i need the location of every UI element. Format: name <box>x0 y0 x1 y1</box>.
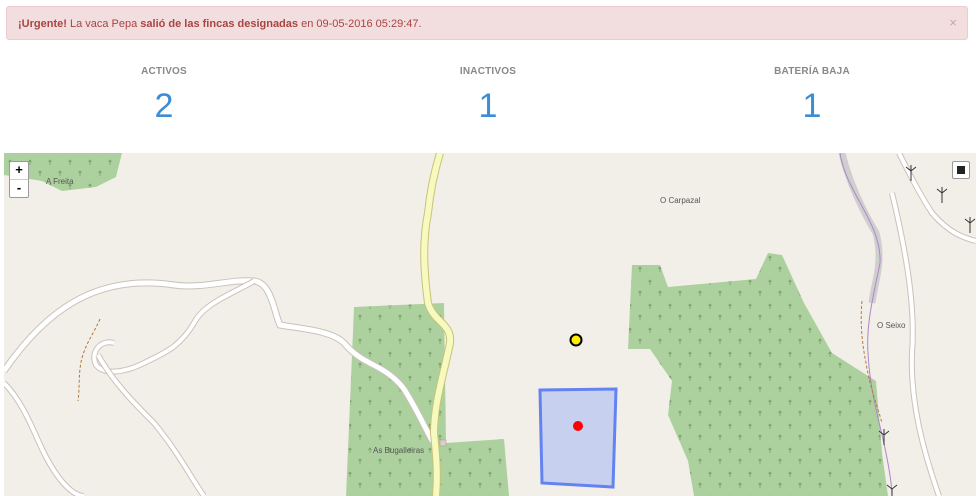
fullscreen-button[interactable] <box>952 161 970 179</box>
building <box>439 439 447 447</box>
animal-marker-inside[interactable] <box>573 421 583 431</box>
stat-label: BATERÍA BAJA <box>774 66 850 77</box>
alert-banner: ¡Urgente! La vaca Pepa salió de las finc… <box>6 6 968 40</box>
stat-activos: ACTIVOS 2 <box>64 66 264 123</box>
place-label: O Carpazal <box>660 196 701 205</box>
map-canvas[interactable] <box>4 153 976 496</box>
zoom-out-button[interactable]: - <box>10 179 28 197</box>
stat-label: ACTIVOS <box>141 66 187 77</box>
map[interactable]: A Freita O Carpazal O Seixo As Bugalleir… <box>4 153 976 496</box>
alert-text: La vaca Pepa <box>66 18 141 30</box>
alert-prefix: ¡Urgente! <box>18 18 67 30</box>
stat-bateria-baja: BATERÍA BAJA 1 <box>712 66 912 123</box>
alert-message: ¡Urgente! La vaca Pepa salió de las finc… <box>18 18 422 30</box>
place-label: A Freita <box>46 177 74 186</box>
animal-marker-low-battery[interactable] <box>569 333 583 347</box>
close-icon[interactable]: × <box>949 16 957 29</box>
zoom-control: + - <box>9 161 29 198</box>
stat-label: INACTIVOS <box>459 66 517 77</box>
alert-date: en 09-05-2016 05:29:47. <box>298 18 422 30</box>
fullscreen-icon <box>957 166 965 174</box>
stat-value: 1 <box>478 87 498 125</box>
stat-value: 2 <box>154 87 174 125</box>
place-label: O Seixo <box>877 321 906 330</box>
stat-inactivos: INACTIVOS 1 <box>388 66 588 123</box>
zoom-in-button[interactable]: + <box>10 162 28 179</box>
alert-highlight: salió de las fincas designadas <box>140 18 299 30</box>
stat-value: 1 <box>802 87 822 125</box>
place-label: As Bugalleiras <box>373 446 425 455</box>
fence-polygon[interactable] <box>538 387 618 489</box>
